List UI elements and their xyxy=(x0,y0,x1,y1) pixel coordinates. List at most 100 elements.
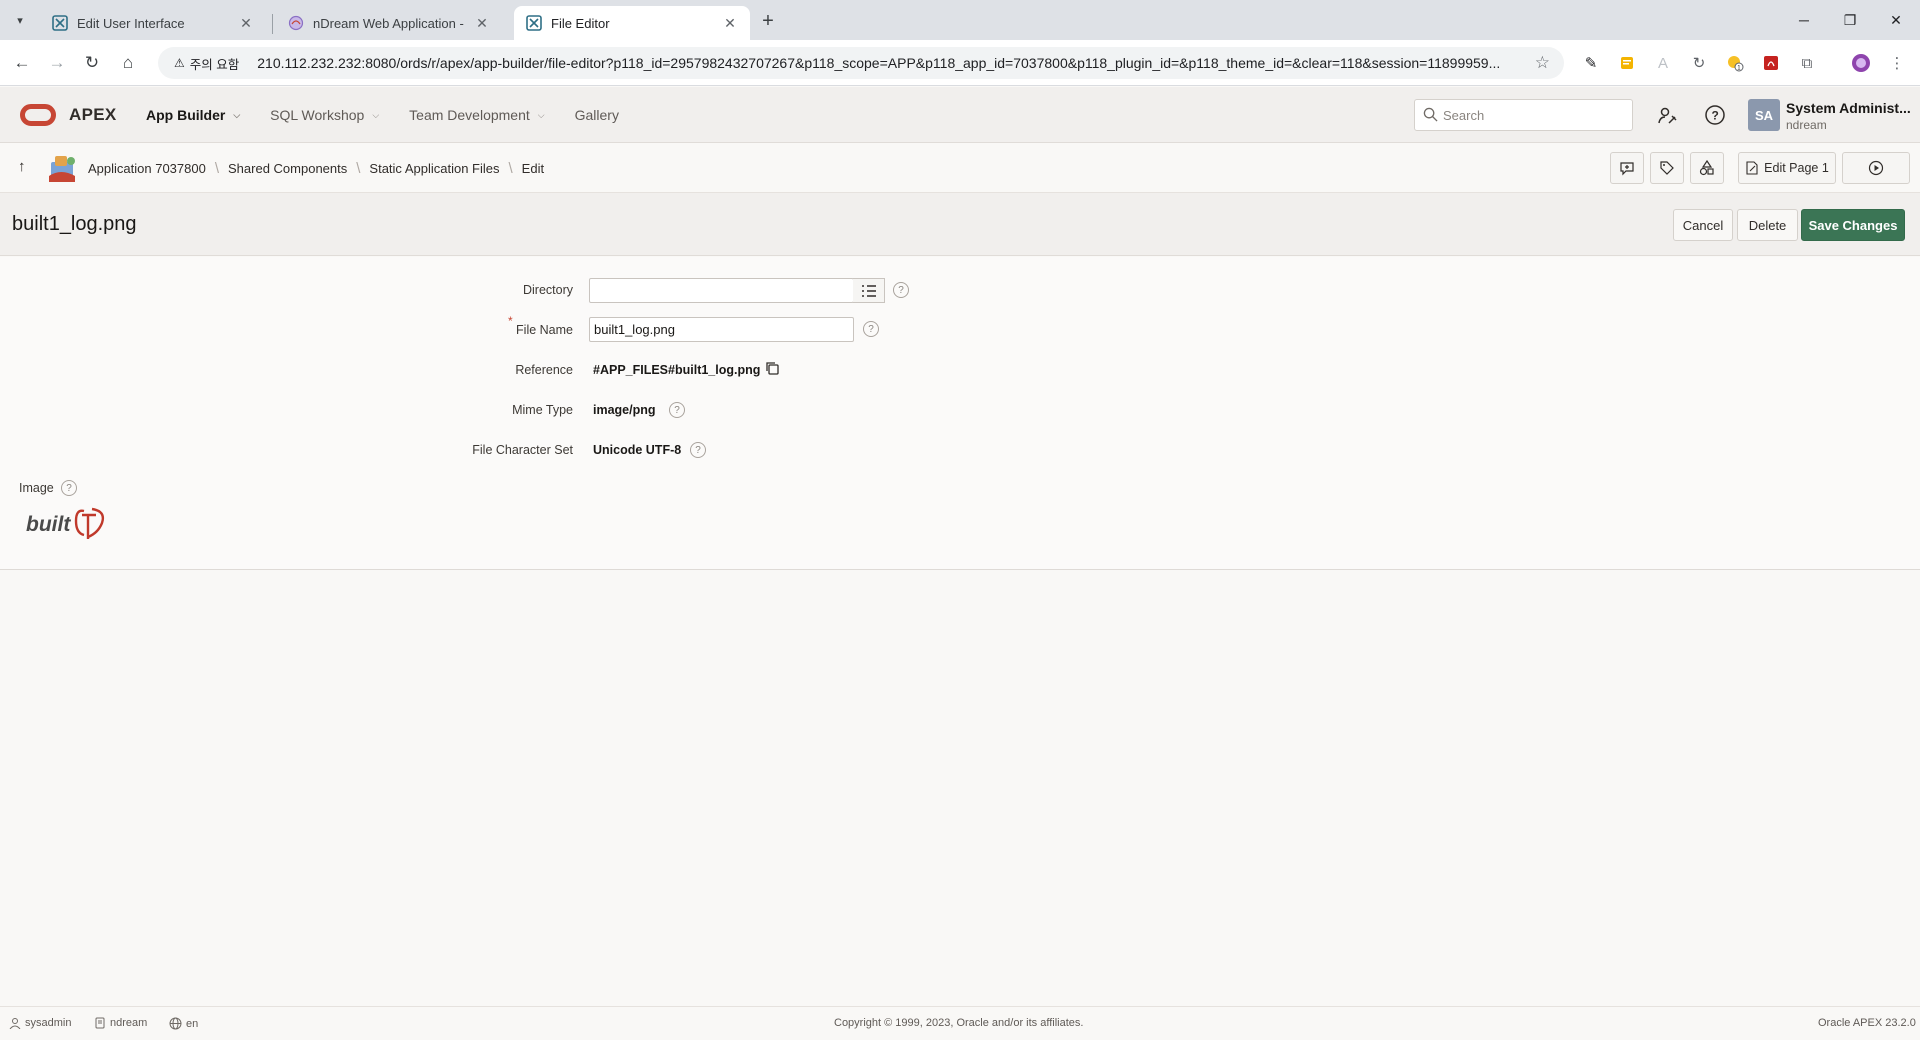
footer-workspace-label: ndream xyxy=(110,1017,148,1029)
tab-search-chevron-icon[interactable]: ▾ xyxy=(8,8,32,32)
minimize-window-icon[interactable]: ─ xyxy=(1781,0,1827,40)
tab-divider xyxy=(272,14,273,34)
browser-tab-file-editor[interactable]: File Editor ✕ xyxy=(514,6,750,40)
footer-user[interactable]: sysadmin xyxy=(9,1017,71,1029)
menu-sql-workshop[interactable]: SQL Workshop ⌵ xyxy=(270,107,379,123)
refresh-extension-icon[interactable]: ↻ xyxy=(1688,52,1710,74)
file-character-set-label: File Character Set xyxy=(472,443,573,457)
search-input[interactable]: Search xyxy=(1414,99,1633,131)
cancel-button[interactable]: Cancel xyxy=(1673,209,1733,241)
menu-team-development[interactable]: Team Development ⌵ xyxy=(409,107,544,123)
play-icon xyxy=(1868,160,1884,176)
chevron-down-icon: ⌵ xyxy=(372,109,380,120)
breadcrumb-shared-components[interactable]: Shared Components xyxy=(228,161,347,176)
reload-icon[interactable]: ↻ xyxy=(78,49,106,77)
built-logo-wordmark: built xyxy=(26,513,71,536)
tab-title: File Editor xyxy=(551,15,610,31)
application-icon[interactable] xyxy=(47,152,79,184)
delete-button[interactable]: Delete xyxy=(1737,209,1798,241)
oracle-logo-icon[interactable] xyxy=(20,104,56,126)
menu-label: App Builder xyxy=(146,107,226,123)
search-icon xyxy=(1423,107,1438,122)
breadcrumb: Application 7037800 \ Shared Components … xyxy=(88,143,544,193)
restore-window-icon[interactable]: ❐ xyxy=(1827,0,1873,40)
product-name[interactable]: APEX xyxy=(69,105,117,125)
tab-title: Edit User Interface xyxy=(77,15,185,31)
forward-arrow-icon[interactable]: → xyxy=(43,49,71,77)
reference-value: #APP_FILES#built1_log.png xyxy=(593,363,761,377)
browser-tab-ndream[interactable]: nDream Web Application - Log ✕ xyxy=(276,6,502,40)
home-icon[interactable]: ⌂ xyxy=(114,49,142,77)
menu-label: Team Development xyxy=(409,107,530,123)
apex-header: APEX App Builder ⌵ SQL Workshop ⌵ Team D… xyxy=(0,87,1920,143)
eyedropper-extension-icon[interactable]: ✎ xyxy=(1580,52,1602,74)
help-question-icon[interactable]: ? xyxy=(1702,102,1728,128)
pdf-extension-icon[interactable] xyxy=(1760,52,1782,74)
notes-extension-icon[interactable] xyxy=(1616,52,1638,74)
close-tab-icon[interactable]: ✕ xyxy=(474,15,490,31)
breadcrumb-edit: Edit xyxy=(521,160,545,176)
up-arrow-icon[interactable]: ↑ xyxy=(18,158,26,175)
close-tab-icon[interactable]: ✕ xyxy=(722,15,738,31)
cookie-extension-icon[interactable]: 1 xyxy=(1724,52,1746,74)
ndream-favicon-icon xyxy=(288,15,304,31)
back-arrow-icon[interactable]: ← xyxy=(8,49,36,77)
menu-gallery[interactable]: Gallery xyxy=(575,107,619,123)
workspace-name: ndream xyxy=(1786,118,1827,132)
copy-icon[interactable] xyxy=(764,360,780,376)
directory-field[interactable] xyxy=(589,278,854,303)
chevron-down-icon: ⌵ xyxy=(537,109,545,120)
close-tab-icon[interactable]: ✕ xyxy=(238,15,254,31)
file-character-set-value: Unicode UTF-8 xyxy=(593,443,682,457)
bookmark-star-icon[interactable]: ☆ xyxy=(1535,53,1550,73)
required-marker: * xyxy=(508,314,513,328)
page-title: built1_log.png xyxy=(12,213,137,235)
file-edit-form: Directory ? * File Name built1_log.png ?… xyxy=(0,257,1920,570)
breadcrumb-application[interactable]: Application 7037800 xyxy=(88,161,206,176)
browser-menu-kebab-icon[interactable]: ⋮ xyxy=(1886,52,1908,74)
close-window-icon[interactable]: ✕ xyxy=(1873,0,1919,40)
comment-plus-icon xyxy=(1620,162,1634,176)
directory-label: Directory xyxy=(522,283,573,297)
user-avatar[interactable]: SA xyxy=(1748,99,1780,131)
database-icon xyxy=(95,1017,105,1029)
user-icon xyxy=(9,1018,21,1029)
administration-tools-icon[interactable] xyxy=(1654,102,1680,128)
footer-copyright: Copyright © 1999, 2023, Oracle and/or it… xyxy=(834,1017,1084,1029)
menu-app-builder[interactable]: App Builder ⌵ xyxy=(146,107,240,123)
profile-avatar-icon[interactable] xyxy=(1850,52,1872,74)
browser-tab-edit-user-interface[interactable]: Edit User Interface ✕ xyxy=(40,6,266,40)
shared-components-button[interactable] xyxy=(1690,152,1724,184)
tab-title: nDream Web Application - Log xyxy=(313,15,468,31)
chevron-down-icon: ⌵ xyxy=(233,109,241,120)
file-name-field[interactable]: built1_log.png xyxy=(589,317,854,342)
user-name[interactable]: System Administ... xyxy=(1786,100,1911,116)
new-tab-plus-icon[interactable]: + xyxy=(756,9,780,33)
directory-list-button[interactable] xyxy=(853,278,885,303)
security-warning-chip[interactable]: ⚠ 주의 요함 xyxy=(164,51,249,75)
run-page-button[interactable] xyxy=(1842,152,1910,184)
font-extension-icon[interactable]: A xyxy=(1652,52,1674,74)
apex-favicon-icon xyxy=(526,15,542,31)
footer-language[interactable]: en xyxy=(169,1017,198,1030)
help-icon[interactable]: ? xyxy=(61,480,77,496)
breadcrumb-separator: \ xyxy=(356,159,361,177)
address-bar[interactable]: ⚠ 주의 요함 210.112.232.232:8080/ords/r/apex… xyxy=(158,47,1564,79)
menu-label: Gallery xyxy=(574,107,619,123)
edit-page-button[interactable]: Edit Page 1 xyxy=(1738,152,1836,184)
help-icon[interactable]: ? xyxy=(893,282,909,298)
extensions-puzzle-icon[interactable]: ⧉ xyxy=(1796,52,1818,74)
feedback-button[interactable] xyxy=(1610,152,1644,184)
url-text[interactable]: 210.112.232.232:8080/ords/r/apex/app-bui… xyxy=(257,55,1527,71)
list-icon xyxy=(861,284,876,297)
help-icon[interactable]: ? xyxy=(690,442,706,458)
footer-workspace[interactable]: ndream xyxy=(94,1017,147,1029)
breadcrumb-static-application-files[interactable]: Static Application Files xyxy=(369,161,499,176)
help-icon[interactable]: ? xyxy=(863,321,879,337)
save-changes-button[interactable]: Save Changes xyxy=(1801,209,1905,241)
help-icon[interactable]: ? xyxy=(669,402,685,418)
footer-version: Oracle APEX 23.2.0 xyxy=(1818,1017,1916,1029)
developer-tools-button[interactable] xyxy=(1650,152,1684,184)
main-menu: App Builder ⌵ SQL Workshop ⌵ Team Develo… xyxy=(146,87,649,143)
edit-page-icon xyxy=(1746,161,1758,175)
